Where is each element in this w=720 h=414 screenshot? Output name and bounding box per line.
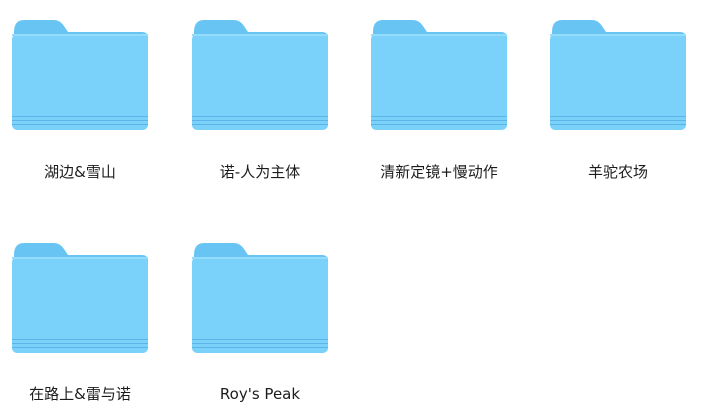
folder-item[interactable]: 在路上&雷与诺 [0, 223, 160, 413]
file-grid: 湖边&雪山 诺-人为主体 清新定镜+慢动作 羊驼农场 在路上&雷与诺 Roy's… [0, 0, 720, 414]
folder-icon [12, 20, 148, 130]
folder-icon [192, 243, 328, 353]
folder-icon [371, 20, 507, 130]
folder-icon [550, 20, 686, 130]
folder-icon [12, 243, 148, 353]
folder-name: 清新定镜+慢动作 [380, 163, 498, 181]
folder-name: Roy's Peak [219, 385, 301, 403]
folder-item[interactable]: 清新定镜+慢动作 [359, 0, 519, 190]
folder-item[interactable]: 湖边&雪山 [0, 0, 160, 190]
folder-icon [192, 20, 328, 130]
folder-item[interactable]: 诺-人为主体 [180, 0, 340, 190]
folder-name: 湖边&雪山 [44, 163, 116, 181]
folder-name: 在路上&雷与诺 [29, 385, 131, 403]
folder-item[interactable]: Roy's Peak [180, 223, 340, 413]
folder-name: 羊驼农场 [587, 163, 648, 181]
folder-name: 诺-人为主体 [219, 163, 301, 181]
folder-item[interactable]: 羊驼农场 [538, 0, 698, 190]
